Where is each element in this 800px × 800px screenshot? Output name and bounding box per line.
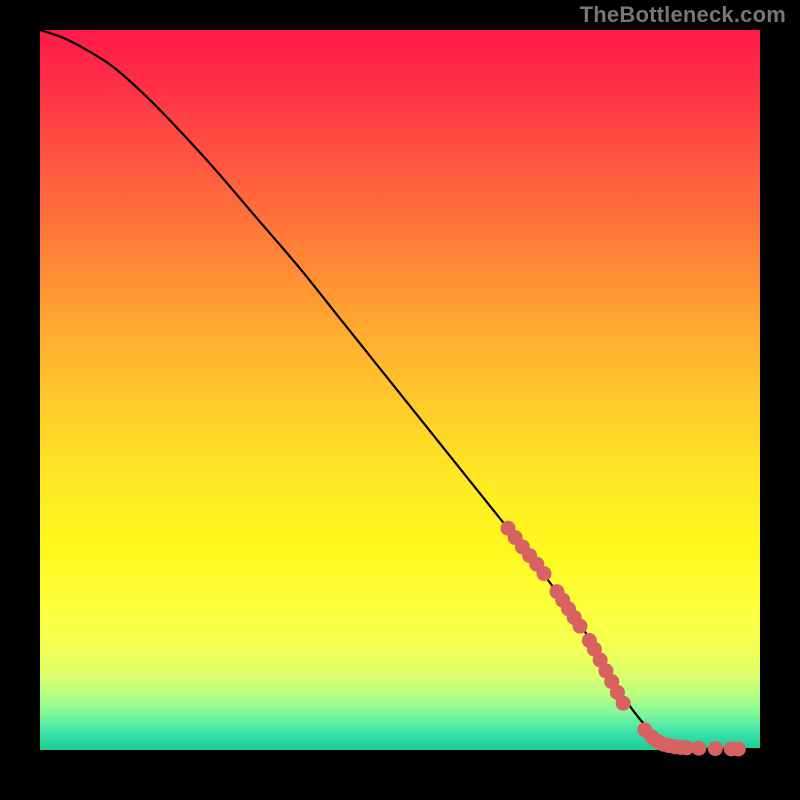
marker-point (691, 741, 706, 756)
marker-point (731, 741, 746, 756)
curve-layer (40, 30, 760, 750)
marker-point (537, 566, 552, 581)
marker-point (573, 619, 588, 634)
marker-point (708, 741, 723, 756)
chart-stage: TheBottleneck.com (0, 0, 800, 800)
plot-area (40, 30, 760, 750)
watermark-label: TheBottleneck.com (580, 2, 786, 28)
marker-point (616, 696, 631, 711)
base-curve (40, 30, 760, 749)
markers-group (501, 521, 746, 757)
